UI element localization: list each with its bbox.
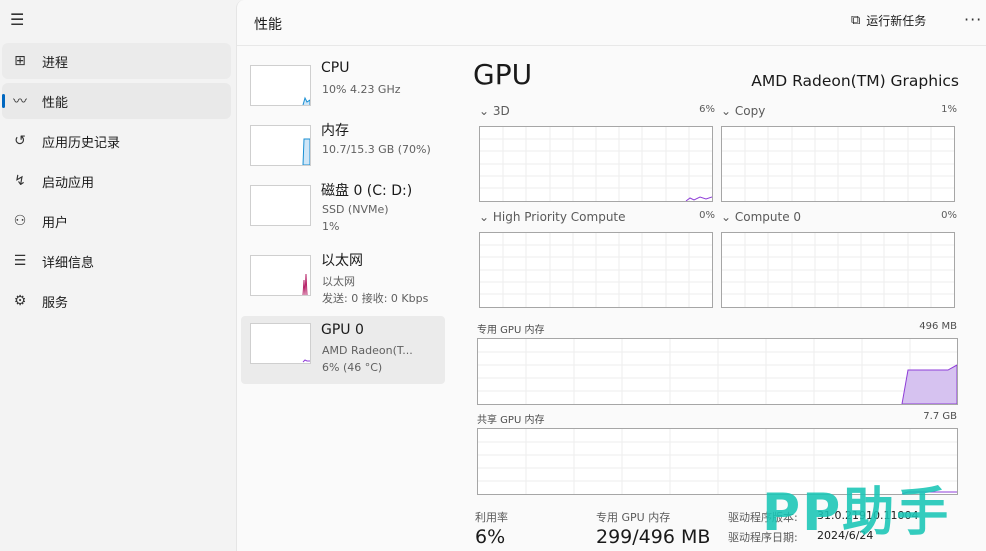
nav-item-app-history[interactable]: ↺ 应用历史记录 [2,123,231,159]
nav-label: 性能 [42,95,69,111]
nav-item-details[interactable]: ☰ 详细信息 [2,243,231,279]
nav-pane: ☰ ⊞ 进程 〰 性能 ↺ 应用历史记录 ↯ 启动应用 ⚇ 用户 ☰ 详细信息 … [0,0,236,551]
nav-label: 详细信息 [42,255,95,271]
gpu-model-name: AMD Radeon(TM) Graphics [751,72,959,90]
nav-label: 启动应用 [42,175,95,191]
device-subtitle: 10.7/15.3 GB (70%) [322,143,431,156]
utilization-value: 6% [475,526,506,548]
engine-hpc-selector[interactable]: ⌄ High Priority Compute [479,210,626,224]
hamburger-menu-icon[interactable]: ☰ [10,10,30,30]
engine-compute0-graph [721,232,955,308]
cpu-thumbnail-graph [250,65,311,106]
performance-icon: 〰 [13,94,27,110]
nav-label: 应用历史记录 [42,135,121,151]
device-title: 磁盘 0 (C: D:) [321,183,413,199]
engine-percent: 1% [941,104,957,115]
more-options-icon[interactable]: ··· [964,10,982,29]
active-indicator [2,94,5,108]
gpu-heading: GPU [473,58,533,91]
device-subtitle: 10% 4.23 GHz [322,83,401,96]
dedicated-memory-stat-label: 专用 GPU 内存 [596,511,671,524]
device-subtitle-2: 发送: 0 接收: 0 Kbps [322,292,429,305]
engine-hpc-graph [479,232,713,308]
processes-icon: ⊞ [14,53,26,69]
details-icon: ☰ [13,253,27,269]
services-icon: ⚙ [13,293,27,309]
device-item-cpu[interactable]: CPU 10% 4.23 GHz [241,58,445,126]
shared-memory-label: 共享 GPU 内存 [477,415,545,426]
device-title: CPU [321,60,350,76]
nav-item-startup[interactable]: ↯ 启动应用 [2,163,231,199]
dedicated-memory-max: 496 MB [919,321,957,332]
page-title: 性能 [254,17,282,33]
engine-percent: 0% [941,210,957,221]
engine-label: Compute 0 [734,210,802,224]
history-icon: ↺ [14,133,26,149]
device-title: GPU 0 [321,322,364,338]
nav-item-processes[interactable]: ⊞ 进程 [2,43,231,79]
device-item-ethernet[interactable]: 以太网 以太网 发送: 0 接收: 0 Kbps [241,248,445,316]
nav-item-performance[interactable]: 〰 性能 [2,83,231,119]
content-panel: 性能 ⧉ 运行新任务 ··· CPU 10% 4.23 GHz 内存 10.7/… [236,0,986,551]
engine-percent: 6% [699,104,715,115]
engine-compute0-selector[interactable]: ⌄ Compute 0 [721,210,801,224]
gpu-thumbnail-graph [250,323,311,364]
dedicated-memory-label: 专用 GPU 内存 [477,325,545,336]
watermark-logo: PP助手 [762,483,951,543]
dedicated-memory-graph [477,338,958,405]
device-subtitle-2: 6% (46 °C) [322,361,383,374]
engine-copy-selector[interactable]: ⌄ Copy [721,104,765,118]
nav-label: 服务 [42,295,69,311]
memory-thumbnail-graph [250,125,311,166]
device-subtitle: 以太网 [322,275,355,288]
engine-copy-graph [721,126,955,202]
nav-item-users[interactable]: ⚇ 用户 [2,203,231,239]
new-task-icon: ⧉ [851,13,861,28]
engine-3d-selector[interactable]: ⌄ 3D [479,104,510,118]
engine-label: 3D [492,104,510,118]
ethernet-thumbnail-graph [250,255,311,296]
device-subtitle-2: 1% [322,220,340,233]
engine-3d-graph [479,126,713,202]
nav-label: 用户 [42,215,69,231]
device-item-disk[interactable]: 磁盘 0 (C: D:) SSD (NVMe) 1% [241,178,445,246]
engine-label: High Priority Compute [492,210,626,224]
engine-percent: 0% [699,210,715,221]
device-subtitle: SSD (NVMe) [322,203,389,216]
header-bar: 性能 ⧉ 运行新任务 ··· [237,0,986,46]
startup-icon: ↯ [14,173,26,189]
engine-label: Copy [734,104,766,118]
utilization-label: 利用率 [475,511,508,524]
nav-label: 进程 [42,55,69,71]
dedicated-memory-stat-value: 299/496 MB [596,526,711,548]
run-new-task-label: 运行新任务 [866,14,927,28]
shared-memory-max: 7.7 GB [923,411,957,422]
device-title: 内存 [321,123,349,139]
users-icon: ⚇ [13,213,27,229]
device-subtitle: AMD Radeon(T... [322,344,413,357]
disk-thumbnail-graph [250,185,311,226]
device-title: 以太网 [321,253,363,269]
run-new-task-button[interactable]: ⧉ 运行新任务 [851,12,926,29]
nav-item-services[interactable]: ⚙ 服务 [2,283,231,319]
device-item-memory[interactable]: 内存 10.7/15.3 GB (70%) [241,118,445,186]
device-item-gpu[interactable]: GPU 0 AMD Radeon(T... 6% (46 °C) [241,316,445,384]
